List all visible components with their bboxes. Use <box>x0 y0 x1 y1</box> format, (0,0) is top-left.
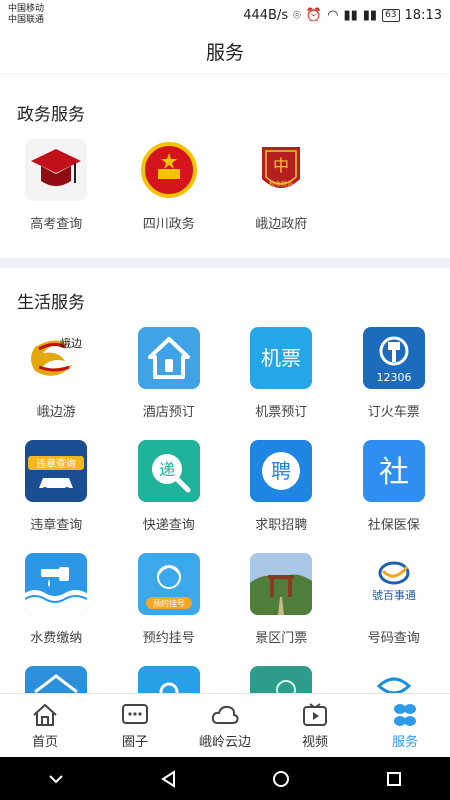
flight-ticket-icon: 机票 <box>250 327 313 389</box>
wifi-icon: ◠ <box>327 7 339 23</box>
water-fee-icon <box>25 553 88 615</box>
tile-label: 求职招聘 <box>255 518 308 533</box>
violation-text: 违章查询 <box>36 457 76 470</box>
tax-emblem-icon: 中 税收税务 <box>250 139 312 201</box>
life-item-recruit[interactable]: 聘 求职招聘 <box>225 440 338 553</box>
tile-label: 号码查询 <box>367 631 420 646</box>
tab-label: 峨岭云边 <box>198 734 251 750</box>
battery-icon: 63 <box>382 8 400 22</box>
tab-service[interactable]: 服务 <box>360 694 450 757</box>
page-title: 服务 <box>0 30 450 74</box>
tab-home[interactable]: 首页 <box>0 694 90 757</box>
life-item-water[interactable]: 水费缴纳 <box>0 553 113 666</box>
tile-label: 水费缴纳 <box>30 631 83 646</box>
tab-circle[interactable]: 圈子 <box>90 694 180 757</box>
location-icon: ⌾ <box>293 7 301 23</box>
social-security-icon: 社 <box>362 440 425 502</box>
ebian-tour-icon: 峨边 <box>25 327 88 389</box>
status-bar: 中国移动 中国联通 444B/s ⌾ ⏰ ◠ ▮▮ ▮▮ 63 18:13 <box>0 0 450 30</box>
tile-label: 峨边政府 <box>255 217 308 232</box>
life-item-number[interactable]: 號百事通 号码查询 <box>338 553 450 666</box>
carrier-2: 中国联通 <box>8 15 45 25</box>
tile-label: 社保医保 <box>367 518 420 533</box>
signal-icon: ▮▮ <box>343 7 358 23</box>
recruitment-text: 聘 <box>271 459 291 483</box>
tile-label: 高考查询 <box>30 217 83 232</box>
back-icon[interactable] <box>159 769 179 789</box>
chat-icon <box>122 703 148 724</box>
tax-emblem-text: 税收税务 <box>269 180 293 188</box>
tile-label: 订火车票 <box>367 405 420 420</box>
service-scroll-area[interactable]: 政务服务 高考查询 四川政务 中 税收税务 峨边政府 生活服务 峨边 峨边游 酒… <box>0 74 450 723</box>
hotel-icon <box>137 327 200 389</box>
tile-label: 景区门票 <box>255 631 308 646</box>
tile-label: 峨边游 <box>36 405 76 420</box>
recruitment-icon: 聘 <box>250 440 313 502</box>
signal-4g-icon: ▮▮ <box>362 7 378 23</box>
tab-label: 视频 <box>301 734 328 750</box>
home-button-icon[interactable] <box>271 769 291 789</box>
tile-label: 预约挂号 <box>142 631 195 646</box>
number-query-icon: 號百事通 <box>362 553 425 615</box>
tab-video[interactable]: 视频 <box>270 694 360 757</box>
life-item-hotel[interactable]: 酒店预订 <box>113 327 226 440</box>
gov-item-ebian-gov[interactable]: 中 税收税务 峨边政府 <box>225 139 338 252</box>
tab-label: 服务 <box>391 734 418 750</box>
gov-item-sichuan[interactable]: 四川政务 <box>113 139 226 252</box>
tab-cloud[interactable]: 峨岭云边 <box>180 694 270 757</box>
appointment-text: 预约挂号 <box>153 598 185 608</box>
life-section-title: 生活服务 <box>17 293 85 313</box>
recents-icon[interactable] <box>384 769 404 789</box>
system-nav-bar <box>0 757 450 800</box>
graduation-cap-icon <box>25 139 88 201</box>
flight-ticket-text: 机票 <box>261 346 301 370</box>
life-item-scenic[interactable]: 景区门票 <box>225 553 338 666</box>
home-icon <box>33 703 57 726</box>
gov-item-gaokao[interactable]: 高考查询 <box>0 139 113 252</box>
video-icon <box>303 702 327 726</box>
life-item-ebian-tour[interactable]: 峨边 峨边游 <box>0 327 113 440</box>
ebian-tour-text: 峨边 <box>60 337 82 350</box>
scenic-ticket-icon <box>250 553 313 615</box>
tile-label: 酒店预订 <box>142 405 195 420</box>
life-item-train[interactable]: 12306 订火车票 <box>338 327 450 440</box>
number-query-text: 號百事通 <box>372 589 416 602</box>
tile-label: 违章查询 <box>30 518 83 533</box>
railway-icon: 12306 <box>362 327 425 389</box>
collapse-icon[interactable] <box>46 769 66 789</box>
gov-section-title: 政务服务 <box>17 105 85 125</box>
express-icon: 递 <box>137 440 200 502</box>
svg-text:中: 中 <box>273 156 289 175</box>
network-speed: 444B/s <box>243 7 289 23</box>
national-emblem-icon <box>138 139 200 201</box>
bottom-tab-bar: 首页 圈子 峨岭云边 视频 服务 <box>0 693 450 757</box>
appointment-icon: 预约挂号 <box>137 553 200 615</box>
gov-service-section: 政务服务 高考查询 四川政务 中 税收税务 峨边政府 <box>0 74 450 252</box>
life-item-appointment[interactable]: 预约挂号 预约挂号 <box>113 553 226 666</box>
life-item-violation[interactable]: 违章查询 违章查询 <box>0 440 113 553</box>
life-item-social-security[interactable]: 社 社保医保 <box>338 440 450 553</box>
tab-label: 圈子 <box>121 734 148 750</box>
tile-label: 四川政务 <box>142 217 195 232</box>
carrier-1: 中国移动 <box>8 4 45 14</box>
life-item-express[interactable]: 递 快递查询 <box>113 440 226 553</box>
tile-label: 机票预订 <box>255 405 308 420</box>
traffic-violation-icon: 违章查询 <box>25 440 88 502</box>
tab-label: 首页 <box>31 734 58 750</box>
clock: 18:13 <box>404 7 442 23</box>
alarm-icon: ⏰ <box>305 7 323 23</box>
life-item-flight[interactable]: 机票 机票预订 <box>225 327 338 440</box>
tile-label: 快递查询 <box>142 518 195 533</box>
section-divider <box>0 258 450 268</box>
railway-text: 12306 <box>376 371 411 384</box>
social-security-text: 社 <box>379 455 409 490</box>
express-text: 递 <box>159 460 175 479</box>
cloud-icon <box>211 705 239 724</box>
status-icons: 444B/s ⌾ ⏰ ◠ ▮▮ ▮▮ 63 18:13 <box>243 8 442 23</box>
life-service-section: 生活服务 峨边 峨边游 酒店预订 机票 机票预订 12306 订火车票 违章查询… <box>0 268 450 723</box>
carrier-info: 中国移动 中国联通 <box>8 4 44 26</box>
service-icon <box>394 703 416 726</box>
